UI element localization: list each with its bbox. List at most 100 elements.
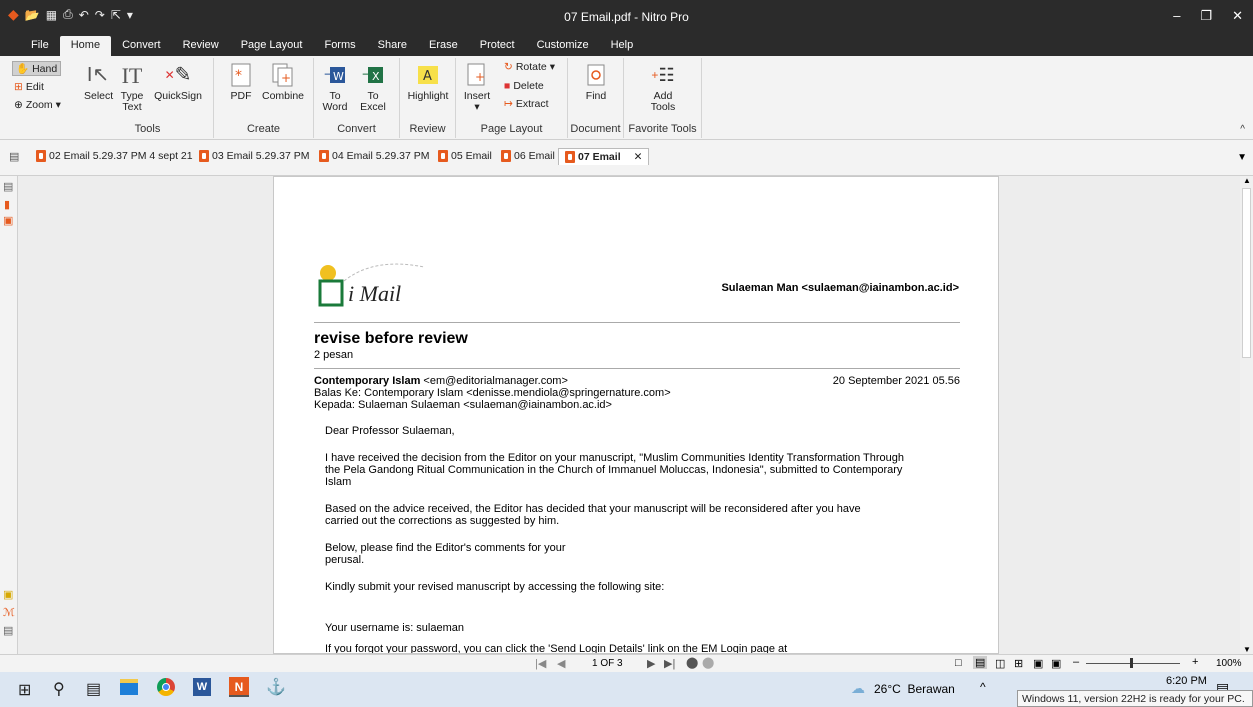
zoom-level[interactable]: 100% — [1216, 658, 1242, 669]
tab-review[interactable]: Review — [172, 36, 230, 56]
tab-help[interactable]: Help — [600, 36, 645, 56]
task-view-icon[interactable]: ▤ — [86, 679, 101, 699]
hand-tool-button[interactable]: ✋ Hand — [12, 61, 62, 76]
tab-customize[interactable]: Customize — [526, 36, 600, 56]
highlight-button[interactable]: A Highlight — [402, 62, 454, 102]
comments-icon[interactable]: ▣ — [3, 588, 13, 601]
paragraph-3-line-2: perusal. — [325, 554, 365, 566]
tab-forms[interactable]: Forms — [313, 36, 366, 56]
collapse-ribbon-icon[interactable]: ^ — [1240, 124, 1245, 135]
reply-to-line: Balas Ke: Contemporary Islam <denisse.me… — [314, 387, 671, 399]
fit-width-icon[interactable]: ▣ — [1033, 657, 1043, 670]
tab-convert[interactable]: Convert — [111, 36, 172, 56]
highlight-icon: A — [415, 62, 441, 88]
fit-page-icon[interactable]: ▣ — [1051, 657, 1061, 670]
continuous-facing-view-icon[interactable]: ⊞ — [1014, 657, 1023, 670]
combine-button[interactable]: + Combine — [260, 62, 306, 102]
bookmarks-icon[interactable]: ▮ — [4, 198, 10, 211]
doc-tab-06[interactable]: 06 Email — [501, 150, 555, 162]
page-indicator[interactable]: 1 OF 3 — [592, 658, 623, 669]
single-page-view-icon[interactable]: □ — [955, 657, 962, 669]
security-lock-icon[interactable]: ▣ — [3, 214, 13, 227]
next-page-icon[interactable]: ▶ — [647, 657, 655, 670]
ribbon: ✋ Hand ⊞ Edit ⊕ Zoom ▾ I↖ Select IT Type Text… — [0, 56, 1253, 140]
pen-signature-icon: ✕ ✎ — [164, 63, 192, 86]
weather-text[interactable]: 26°C Berawan — [874, 682, 955, 696]
tab-file[interactable]: File — [20, 36, 60, 56]
tab-overflow-chevron-icon[interactable]: ▼ — [1237, 152, 1247, 163]
facing-view-icon[interactable]: ◫ — [995, 657, 1005, 670]
doc-tab-05[interactable]: 05 Email — [438, 150, 492, 162]
add-tools-button[interactable]: + ☷ Add Tools — [646, 62, 680, 113]
paragraph-4: Kindly submit your revised manuscript by… — [325, 581, 665, 593]
doc-tab-03[interactable]: 03 Email 5.29.37 PM — [199, 150, 309, 162]
update-toast[interactable]: Windows 11, version 22H2 is ready for yo… — [1017, 690, 1253, 707]
pages-panel-icon[interactable]: ▤ — [3, 180, 13, 193]
forward-view-icon[interactable]: ⬤ — [702, 656, 714, 669]
tab-share[interactable]: Share — [367, 36, 418, 56]
insert-button[interactable]: + Insert ▾ — [462, 62, 492, 113]
scroll-thumb[interactable] — [1242, 188, 1251, 358]
weather-icon[interactable]: ☁ — [851, 680, 865, 697]
search-icon[interactable]: ⚲ — [53, 679, 65, 699]
clock-time[interactable]: 6:20 PM — [1166, 675, 1207, 687]
rotate-button[interactable]: ↻ Rotate ▾ — [504, 61, 555, 73]
svg-text:→: → — [324, 67, 334, 81]
quicksign-button[interactable]: ✕ ✎ QuickSign — [152, 62, 204, 102]
type-text-button[interactable]: IT Type Text — [118, 62, 146, 113]
scroll-down-icon[interactable]: ▼ — [1243, 645, 1251, 654]
tab-erase[interactable]: Erase — [418, 36, 469, 56]
doc-tab-07[interactable]: 07 Email ✕ — [558, 148, 650, 165]
doc-tab-02[interactable]: 02 Email 5.29.37 PM 4 sept 21 — [36, 150, 193, 162]
chrome-icon[interactable] — [157, 678, 175, 696]
tab-home[interactable]: Home — [59, 36, 112, 56]
zoom-button[interactable]: ⊕ Zoom ▾ — [14, 99, 61, 111]
continuous-view-icon[interactable]: ▤ — [973, 656, 988, 669]
select-button[interactable]: I↖ Select — [84, 62, 113, 102]
review-group-label: Review — [409, 123, 446, 135]
pdf-icon — [199, 150, 209, 162]
tab-protect[interactable]: Protect — [469, 36, 526, 56]
word-app-icon[interactable]: W — [193, 678, 211, 696]
attachments-icon[interactable]: ℳ — [3, 606, 15, 619]
scroll-up-icon[interactable]: ▲ — [1243, 176, 1251, 185]
restore-icon[interactable]: ❐ — [1200, 8, 1212, 24]
file-explorer-icon[interactable] — [120, 679, 138, 695]
to-word-button[interactable]: W → To Word — [320, 62, 350, 113]
minimize-icon[interactable]: – — [1173, 8, 1180, 24]
edit-icon: ⊞ — [14, 81, 23, 93]
vertical-scrollbar[interactable]: ▲ ▼ — [1240, 176, 1253, 654]
paragraph-1-line-3: Islam — [325, 476, 352, 488]
tray-chevron-icon[interactable]: ^ — [980, 680, 986, 694]
zoom-slider-thumb[interactable] — [1130, 658, 1133, 668]
email-subject: revise before review — [314, 330, 468, 347]
fields-icon[interactable]: ▤ — [3, 624, 13, 637]
favorite-tools-group-label: Favorite Tools — [628, 123, 697, 135]
close-icon[interactable]: ✕ — [1232, 8, 1243, 24]
first-page-icon[interactable]: |◀ — [535, 657, 546, 670]
close-tab-icon[interactable]: ✕ — [634, 151, 643, 163]
windows-start-icon[interactable]: ⊞ — [18, 680, 31, 700]
insert-page-icon: + — [464, 62, 490, 88]
back-view-icon[interactable]: ⬤ — [686, 656, 698, 669]
prev-page-icon[interactable]: ◀ — [557, 657, 565, 670]
pdf-button[interactable]: * PDF — [228, 62, 254, 102]
nitro-app-icon[interactable]: N — [229, 677, 249, 697]
pdf-page: i Mail Sulaeman Man <sulaeman@iainambon.… — [273, 176, 999, 654]
add-tools-icon: + ☷ — [651, 64, 675, 85]
extract-button[interactable]: ↦ Extract — [504, 98, 549, 110]
edit-tool-button[interactable]: ⊞ Edit — [14, 81, 44, 93]
zoom-slider[interactable] — [1086, 658, 1180, 668]
svg-text:W: W — [333, 70, 344, 83]
last-page-icon[interactable]: ▶| — [664, 657, 675, 670]
to-excel-button[interactable]: X → To Excel — [358, 62, 388, 113]
tab-list-icon[interactable]: ▤ — [9, 150, 19, 163]
zoom-out-icon[interactable]: – — [1073, 656, 1079, 668]
find-button[interactable]: Find — [580, 62, 612, 102]
doc-tab-04[interactable]: 04 Email 5.29.37 PM — [319, 150, 429, 162]
app-icon[interactable]: ⚓ — [266, 677, 286, 697]
zoom-in-icon[interactable]: + — [1192, 656, 1198, 668]
tab-page-layout[interactable]: Page Layout — [230, 36, 314, 56]
chevron-down-icon: ▾ — [55, 99, 61, 111]
delete-button[interactable]: ■ Delete — [504, 80, 544, 92]
